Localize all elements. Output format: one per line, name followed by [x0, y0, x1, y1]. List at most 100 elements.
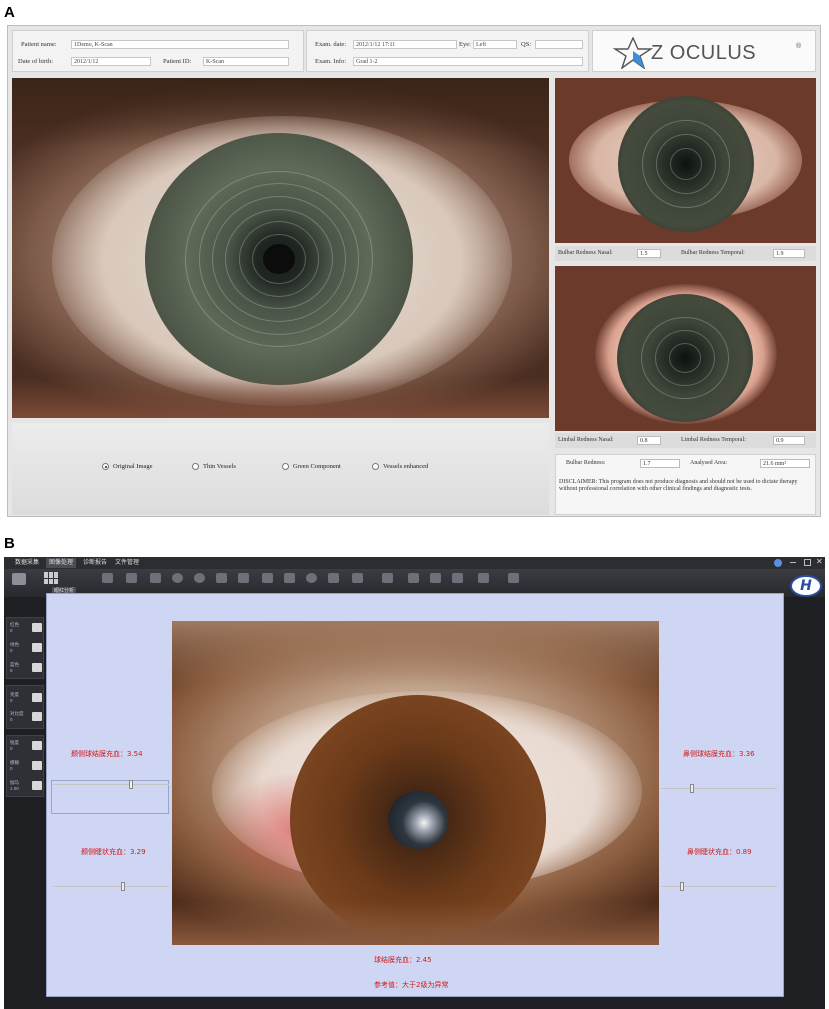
- oculus-registered-mark: ®: [796, 43, 802, 50]
- iris: [145, 133, 413, 385]
- minimize-icon[interactable]: [790, 562, 796, 563]
- radio-label: Original Image: [113, 463, 153, 470]
- limbal-nasal-label: Limbal Redness Nasal:: [558, 437, 614, 443]
- bulbar-measures: Bulbar Redness Nasal: 1.5 Bulbar Redness…: [555, 246, 816, 261]
- brightness-adjust-button[interactable]: [32, 693, 42, 702]
- sharpness-adjust-button[interactable]: [32, 741, 42, 750]
- radio-thin-vessels[interactable]: Thin Vessels: [192, 463, 236, 470]
- brand-logo: H: [790, 575, 822, 597]
- app-status-icon: [774, 559, 782, 567]
- limbal-nasal-value: 0.8: [637, 436, 661, 445]
- oculus-logo: Z OCULUS ®: [592, 30, 816, 72]
- nasal-ciliary-slider[interactable]: [661, 886, 777, 887]
- radio-green-component[interactable]: Green Component: [282, 463, 341, 470]
- blue-adjust-button[interactable]: [32, 663, 42, 672]
- green-adjust-button[interactable]: [32, 643, 42, 652]
- zoom-out-icon[interactable]: [194, 573, 205, 583]
- view-mode-options: Original Image Thin Vessels Green Compon…: [12, 423, 549, 515]
- patient-id-field[interactable]: K-Scan: [203, 57, 289, 66]
- red-adjust-button[interactable]: [32, 623, 42, 632]
- temporal-ciliary-slider[interactable]: [53, 886, 169, 887]
- temporal-bulbar-slider-thumb[interactable]: [128, 780, 133, 789]
- blue-value: 0: [10, 668, 13, 673]
- polygon-icon[interactable]: [328, 573, 339, 583]
- nasal-bulbar-slider[interactable]: [661, 788, 777, 789]
- patient-info-panel: Patient name: 1Demo, K-Scan Date of birt…: [12, 30, 304, 72]
- qs-label: QS:: [521, 41, 532, 48]
- list-icon[interactable]: [102, 573, 113, 583]
- circle-icon[interactable]: [306, 573, 317, 583]
- patient-id-label: Patient ID:: [163, 58, 192, 65]
- oculus-star-icon: [613, 37, 653, 69]
- menu-data-capture[interactable]: 数据采集: [12, 558, 42, 568]
- flag-icon[interactable]: [452, 573, 463, 583]
- rotate-right-icon[interactable]: [238, 573, 249, 583]
- oculus-logo-text: Z OCULUS: [651, 42, 757, 64]
- nasal-bulbar-text: 鼻侧球结膜充血：3.36: [683, 750, 755, 758]
- photo-pupil: [388, 791, 448, 849]
- temporal-ciliary-slider-thumb[interactable]: [120, 882, 125, 891]
- sharpness-group: 锐度 0 模糊 0 伽马 1.00: [6, 735, 44, 797]
- minus-icon[interactable]: [430, 573, 441, 583]
- open-icon[interactable]: [12, 573, 26, 585]
- menu-report[interactable]: 诊断报告: [80, 558, 110, 568]
- bulbar-redness-value: 1.7: [640, 459, 680, 468]
- nasal-bulbar-slider-thumb[interactable]: [690, 784, 695, 793]
- crop-icon[interactable]: [262, 573, 273, 583]
- eye-field[interactable]: Left: [473, 40, 517, 49]
- radio-dot-icon: [192, 463, 199, 470]
- dob-field[interactable]: 2012/1/12: [71, 57, 151, 66]
- rectangle-icon[interactable]: [284, 573, 295, 583]
- arrow-up-icon[interactable]: [382, 573, 393, 583]
- radio-dot-icon: [372, 463, 379, 470]
- lower-lid-shadow: [12, 378, 549, 418]
- eyelid-skin: [172, 621, 659, 685]
- temporal-bulbar-slider[interactable]: [53, 784, 169, 785]
- blur-adjust-button[interactable]: [32, 761, 42, 770]
- gamma-value: 1.00: [10, 786, 19, 791]
- reference-value-text: 参考值：大于2级为异常: [374, 981, 449, 989]
- close-icon[interactable]: ✕: [816, 557, 823, 566]
- menu-bar: 数据采集 图像处理 诊断报告 文件管理 ✕: [4, 557, 825, 569]
- exam-date-label: Exam. date:: [315, 41, 347, 48]
- radio-dot-icon: [282, 463, 289, 470]
- exam-info-field[interactable]: Grad 1-2: [353, 57, 583, 66]
- gamma-adjust-button[interactable]: [32, 781, 42, 790]
- radio-original-image[interactable]: Original Image: [102, 463, 153, 470]
- bulbar-hyperemia-text: 球结膜充血：2.45: [374, 956, 432, 964]
- radio-vessels-enhanced[interactable]: Vessels enhanced: [372, 463, 428, 470]
- bulbar-temporal-label: Bulbar Redness Temporal:: [681, 250, 745, 256]
- nasal-ciliary-slider-thumb[interactable]: [679, 882, 684, 891]
- oculus-window: Patient name: 1Demo, K-Scan Date of birt…: [7, 25, 821, 517]
- main-eye-image[interactable]: [12, 78, 549, 418]
- exam-info-panel: Exam. date: 2012/1/12 17:11 Eye: Left QS…: [306, 30, 589, 72]
- battery-icon[interactable]: [508, 573, 519, 583]
- dob-label: Date of birth:: [18, 58, 54, 65]
- zoom-in-icon[interactable]: [172, 573, 183, 583]
- delete-icon[interactable]: [126, 573, 137, 583]
- summary-panel: Bulbar Redness: 1.7 Analysed Area: 21.6 …: [555, 454, 816, 515]
- menu-image-processing[interactable]: 图像处理: [46, 558, 77, 568]
- eye-photo[interactable]: [172, 621, 659, 945]
- image-icon[interactable]: [408, 573, 419, 583]
- patient-name-field[interactable]: 1Demo, K-Scan: [71, 40, 289, 49]
- limbal-temporal-label: Limbal Redness Temporal:: [681, 437, 746, 443]
- bulbar-eye-image[interactable]: [555, 78, 816, 243]
- exam-date-field[interactable]: 2012/1/12 17:11: [353, 40, 457, 49]
- grid-icon[interactable]: [44, 572, 58, 584]
- arrow-left-icon[interactable]: [352, 573, 363, 583]
- maximize-icon[interactable]: [804, 559, 811, 566]
- temporal-bulbar-text: 颞侧球结膜充血：3.54: [71, 750, 143, 758]
- analysed-area-value: 21.6 mm²: [760, 459, 810, 468]
- sharpness-value: 0: [10, 746, 13, 751]
- qs-field[interactable]: [535, 40, 583, 49]
- bulbar-nasal-label: Bulbar Redness Nasal:: [558, 250, 613, 256]
- eye-label: Eye:: [459, 41, 471, 48]
- green-value: 0: [10, 648, 13, 653]
- limbal-eye-image[interactable]: [555, 266, 816, 431]
- signal-icon[interactable]: [478, 573, 489, 583]
- rotate-left-icon[interactable]: [216, 573, 227, 583]
- undo-icon[interactable]: [150, 573, 161, 583]
- contrast-adjust-button[interactable]: [32, 712, 42, 721]
- menu-file-management[interactable]: 文件管理: [112, 558, 142, 568]
